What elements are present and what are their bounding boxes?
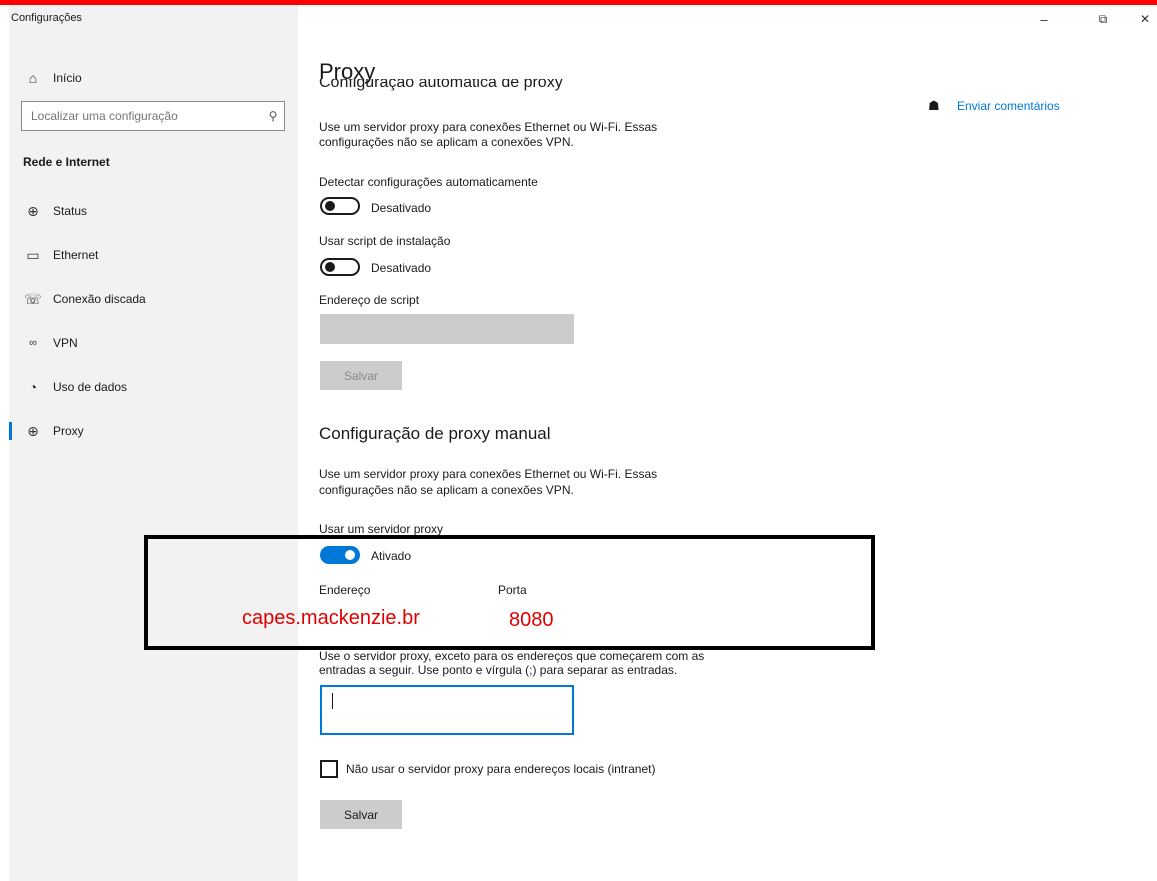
vpn-icon: ∞ <box>29 337 37 349</box>
auto-save-button[interactable]: Salvar <box>320 361 402 390</box>
script-address-label: Endereço de script <box>319 293 420 307</box>
exceptions-input[interactable] <box>320 685 574 735</box>
proxy-port-value[interactable]: 8080 <box>509 609 554 632</box>
section-title: Rede e Internet <box>23 155 110 169</box>
sidebar-item-dialup[interactable]: ☏ Conexão discada <box>9 284 298 314</box>
sidebar-item-label: Início <box>53 71 82 85</box>
sidebar-item-proxy[interactable]: ⊕ Proxy <box>9 416 298 446</box>
minimize-button[interactable]: – <box>1034 12 1054 27</box>
text-caret <box>332 693 333 709</box>
setup-script-state: Desativado <box>371 261 432 275</box>
sidebar-item-label: Uso de dados <box>53 380 128 394</box>
maximize-button[interactable]: ⧉ <box>1093 12 1113 27</box>
detect-settings-toggle[interactable] <box>320 197 360 215</box>
manual-proxy-heading: Configuração de proxy manual <box>319 424 551 443</box>
sidebar-item-label: VPN <box>53 336 78 350</box>
auto-description-line2: configurações não se aplicam a conexões … <box>319 135 574 149</box>
sidebar-item-status[interactable]: ⊕ Status <box>9 196 298 226</box>
manual-description-line1: Use um servidor proxy para conexões Ethe… <box>319 467 658 481</box>
window-title: Configurações <box>11 12 82 24</box>
detect-settings-label: Detectar configurações automaticamente <box>319 175 538 189</box>
annotation-box <box>144 535 875 650</box>
home-icon: ⌂ <box>28 70 38 86</box>
search-box[interactable]: ⚲ <box>21 101 285 131</box>
sidebar-item-label: Status <box>53 204 88 218</box>
sidebar-item-data-usage[interactable]: ◔ Uso de dados <box>9 372 298 402</box>
toggle-knob <box>325 262 335 272</box>
manual-save-button[interactable]: Salvar <box>320 800 402 829</box>
auto-description-line1: Use um servidor proxy para conexões Ethe… <box>319 120 658 134</box>
feedback-link[interactable]: ☗ Enviar comentários <box>928 98 1060 114</box>
sidebar-item-home[interactable]: ⌂ Início <box>9 63 298 93</box>
setup-script-label: Usar script de instalação <box>319 234 451 248</box>
sidebar-item-ethernet[interactable]: ▭ Ethernet <box>9 240 298 270</box>
globe-icon: ⊕ <box>27 422 39 439</box>
sidebar-item-vpn[interactable]: ∞ VPN <box>9 328 298 358</box>
setup-script-toggle[interactable] <box>320 258 360 276</box>
close-button[interactable]: ✕ <box>1135 12 1155 26</box>
feedback-label[interactable]: Enviar comentários <box>957 99 1060 113</box>
feedback-icon: ☗ <box>928 98 940 113</box>
sidebar-item-label: Proxy <box>53 424 84 438</box>
search-icon[interactable]: ⚲ <box>262 109 284 123</box>
globe-status-icon: ⊕ <box>27 202 39 219</box>
proxy-address-value[interactable]: capes.mackenzie.br <box>242 607 420 630</box>
toggle-knob <box>325 201 335 211</box>
local-addresses-checkbox[interactable] <box>320 760 338 778</box>
sidebar-item-label: Conexão discada <box>53 292 146 306</box>
sidebar-item-label: Ethernet <box>53 248 99 262</box>
active-indicator <box>9 422 12 440</box>
ethernet-icon: ▭ <box>26 246 40 263</box>
dialup-icon: ☏ <box>24 290 42 307</box>
search-input[interactable] <box>22 109 262 123</box>
auto-proxy-heading: Configuração automática de proxy <box>319 79 563 91</box>
exceptions-description-line2: entradas a seguir. Use ponto e vírgula (… <box>319 663 678 677</box>
manual-description-line2: configurações não se aplicam a conexões … <box>319 483 574 497</box>
detect-settings-state: Desativado <box>371 201 432 215</box>
data-usage-icon: ◔ <box>28 379 38 395</box>
local-addresses-label[interactable]: Não usar o servidor proxy para endereços… <box>346 762 655 776</box>
script-address-input[interactable] <box>320 314 574 344</box>
sidebar: ⌂ Início ⚲ Rede e Internet ⊕ Status ▭ Et… <box>9 5 298 881</box>
